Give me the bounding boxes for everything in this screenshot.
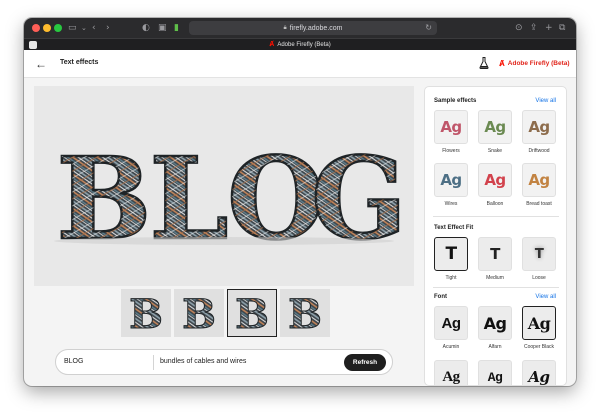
effects-panel: Sample effects View all Ag Flowers Ag Sn… (424, 86, 567, 386)
reload-icon[interactable]: ↻ (425, 23, 432, 32)
sample-effects-view-all-link[interactable]: View all (535, 98, 556, 104)
close-window-button[interactable] (32, 24, 40, 32)
svg-text:G: G (311, 134, 407, 265)
sample-effect-snake[interactable]: Ag (478, 110, 512, 144)
text-effect-fit-title: Text Effect Fit (434, 225, 474, 231)
prompt-divider (153, 355, 154, 370)
font-option-label: Alfarn (488, 344, 502, 350)
tab-strip: Ⱥ Adobe Firefly (Beta) (24, 38, 576, 50)
font-option[interactable]: Ag (434, 360, 468, 385)
tab-title: Adobe Firefly (Beta) (277, 42, 331, 48)
tab-overview-icon[interactable]: ⧉ (559, 22, 565, 34)
sample-effects-title: Sample effects (434, 98, 477, 104)
brand-name: Adobe Firefly (Beta) (507, 60, 570, 67)
svg-text:L: L (150, 134, 229, 265)
sample-effect-driftwood[interactable]: Ag (522, 110, 556, 144)
sidebar-icon[interactable]: ▭ (68, 22, 77, 34)
brand-link[interactable]: Ⱥ Adobe Firefly (Beta) (499, 59, 570, 68)
zoom-window-button[interactable] (54, 24, 62, 32)
thumbnail-letter: B (235, 291, 269, 335)
fit-option-label: Tight (445, 275, 457, 281)
sample-effect-wires[interactable]: Ag (434, 163, 468, 197)
download-icon[interactable]: ⊙ (515, 22, 523, 34)
sample-effect-flowers[interactable]: Ag (434, 110, 468, 144)
font-option[interactable]: Ag (478, 360, 512, 385)
fit-option-tight[interactable]: T (434, 237, 468, 271)
thumbnail-letter: B (288, 291, 322, 335)
extension-icon[interactable]: ▮ (174, 22, 179, 34)
active-tab[interactable]: Ⱥ Adobe Firefly (Beta) (24, 40, 576, 50)
sample-effect-label: Bread toast (526, 201, 552, 207)
shield-icon[interactable]: ◐ (142, 22, 150, 34)
lock-icon: 🔒︎ (283, 24, 287, 31)
sample-effect-label: Snake (487, 148, 503, 154)
generated-image-canvas[interactable]: B B L L O O G G (34, 86, 414, 286)
page-title: Text effects (60, 59, 99, 66)
back-arrow-icon[interactable]: ← (35, 57, 47, 71)
browser-window: ▭ ⌄ ‹ › ◐ ▣ ▮ 🔒︎ firefly.adobe.com ↻ ⊙ ⇪… (24, 18, 576, 386)
sample-effect-label: Driftwood (528, 148, 550, 154)
thumbnail-letter: B (182, 291, 216, 335)
fit-option-label: Medium (486, 275, 504, 281)
sample-effect-label: Balloon (486, 201, 504, 207)
app-header: ← Text effects Ⱥ Adobe Firefly (Beta) (24, 50, 576, 78)
back-icon[interactable]: ‹ (92, 22, 96, 34)
font-option-label: Acumin (442, 344, 460, 350)
svg-text:O: O (227, 134, 325, 265)
font-option-cooper-black[interactable]: Ag (522, 306, 556, 340)
svg-text:B: B (57, 134, 152, 265)
section-divider (433, 216, 559, 217)
prompt-bar: BLOG bundles of cables and wires Refresh (55, 349, 393, 375)
refresh-button[interactable]: Refresh (344, 354, 386, 371)
font-option-alfarn[interactable]: Ag (478, 306, 512, 340)
chevron-down-icon[interactable]: ⌄ (81, 22, 87, 34)
adobe-logo-icon: Ⱥ (269, 41, 275, 48)
sample-effect-bread-toast[interactable]: Ag (522, 163, 556, 197)
font-option-label: Cooper Black (523, 344, 554, 350)
variation-thumbnail-selected[interactable]: B (227, 289, 277, 337)
forward-icon[interactable]: › (106, 22, 110, 34)
font-title: Font (434, 294, 447, 300)
variation-thumbnails: B B B B (121, 289, 330, 337)
url-text: firefly.adobe.com (289, 24, 343, 32)
sample-effect-label: Wires (444, 201, 458, 207)
fit-option-medium[interactable]: T (478, 237, 512, 271)
flask-icon[interactable] (479, 57, 489, 69)
sample-effect-label: Flowers (442, 148, 460, 154)
fit-option-loose[interactable]: T (522, 237, 556, 271)
font-view-all-link[interactable]: View all (535, 294, 556, 300)
text-input[interactable]: BLOG (64, 358, 83, 365)
reader-icon[interactable]: ▣ (158, 22, 167, 34)
variation-thumbnail[interactable]: B (174, 289, 224, 337)
thumbnail-letter: B (129, 291, 163, 335)
variation-thumbnail[interactable]: B (280, 289, 330, 337)
section-divider (433, 287, 559, 288)
blog-text-effect-image: B B L L O O G G (54, 133, 408, 266)
sample-effect-balloon[interactable]: Ag (478, 163, 512, 197)
fit-option-label: Loose (532, 275, 546, 281)
address-bar[interactable]: 🔒︎ firefly.adobe.com ↻ (189, 21, 437, 35)
browser-toolbar: ▭ ⌄ ‹ › ◐ ▣ ▮ 🔒︎ firefly.adobe.com ↻ ⊙ ⇪… (24, 18, 576, 38)
effect-prompt-input[interactable]: bundles of cables and wires (160, 358, 246, 365)
variation-thumbnail[interactable]: B (121, 289, 171, 337)
share-icon[interactable]: ⇪ (530, 22, 538, 34)
minimize-window-button[interactable] (43, 24, 51, 32)
font-option-acumin[interactable]: Ag (434, 306, 468, 340)
new-tab-icon[interactable]: + (545, 22, 553, 34)
font-option[interactable]: Ag (522, 360, 556, 385)
adobe-logo-icon: Ⱥ (499, 59, 505, 68)
